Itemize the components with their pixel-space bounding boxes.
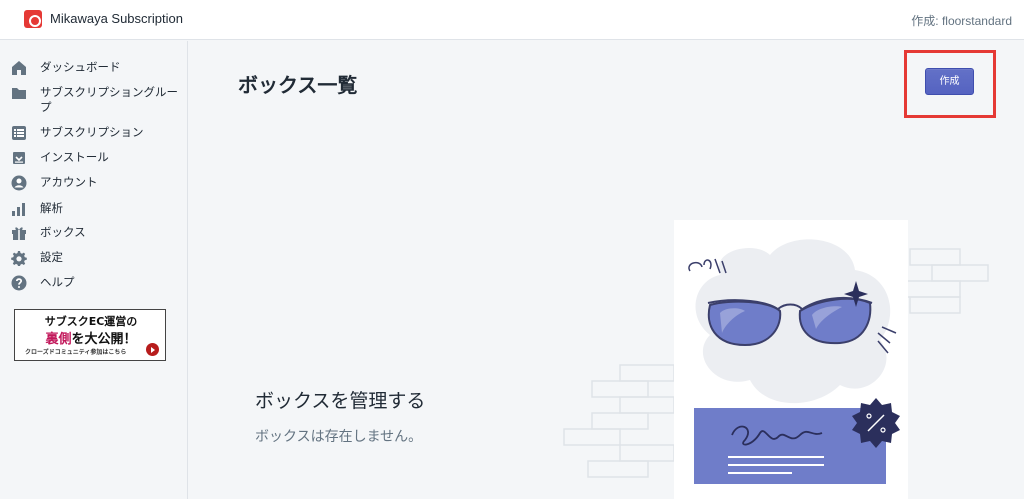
sidebar-item-dashboard[interactable]: ダッシュボード <box>0 60 188 78</box>
banner-line2: 裏側を大公開！ <box>15 328 167 347</box>
sidebar-item-label: ボックス <box>40 225 86 239</box>
user-label[interactable]: 作成: floorstandard <box>911 12 1012 29</box>
empty-state-heading: ボックスを管理する <box>255 390 426 412</box>
sidebar-item-label: ダッシュボード <box>40 60 121 74</box>
app-title: Mikawaya Subscription <box>50 11 183 26</box>
sidebar-item-label: アカウント <box>40 175 98 189</box>
gear-icon <box>11 250 27 266</box>
home-icon <box>11 60 27 76</box>
sidebar-item-subscription-groups[interactable]: サブスクリプショングループ <box>0 85 188 117</box>
sidebar-item-label: サブスクリプション <box>40 125 144 139</box>
gift-icon <box>11 225 27 241</box>
page-title: ボックス一覧 <box>238 73 358 97</box>
folder-icon <box>11 85 27 101</box>
sidebar-item-label: 解析 <box>40 201 63 215</box>
bar-chart-icon <box>11 201 27 217</box>
sidebar-item-analytics[interactable]: 解析 <box>0 201 188 219</box>
banner-line1: サブスクEC運営の <box>44 315 138 328</box>
play-icon <box>146 343 159 356</box>
sidebar-item-settings[interactable]: 設定 <box>0 250 188 268</box>
install-icon <box>11 150 27 166</box>
top-bar: Mikawaya Subscription 作成: floorstandard <box>0 0 1024 40</box>
app-logo-icon <box>24 10 42 28</box>
sidebar-item-label: ヘルプ <box>40 275 75 289</box>
sidebar-item-help[interactable]: ヘルプ <box>0 275 188 293</box>
sidebar-item-boxes[interactable]: ボックス <box>0 225 188 243</box>
help-icon <box>11 275 27 291</box>
sidebar-item-install[interactable]: インストール <box>0 150 188 168</box>
banner-line2-text: を大公開！ <box>71 332 137 347</box>
sidebar-item-account[interactable]: アカウント <box>0 175 188 193</box>
create-button[interactable]: 作成 <box>925 68 974 95</box>
community-banner[interactable]: サブスクEC運営の 裏側を大公開！ クローズドコミュニティ参加はこちら <box>14 309 166 361</box>
sidebar: ダッシュボード サブスクリプショングループ サブスクリプション インストール ア… <box>0 41 188 499</box>
banner-accent-text: 裏側 <box>45 332 72 347</box>
sidebar-item-subscriptions[interactable]: サブスクリプション <box>0 125 188 143</box>
empty-state-illustration <box>563 220 989 499</box>
sidebar-item-label: インストール <box>40 150 109 164</box>
banner-line3: クローズドコミュニティ参加はこちら <box>25 349 127 356</box>
sidebar-item-label: サブスクリプショングループ <box>40 85 178 114</box>
empty-state-message: ボックスは存在しません。 <box>255 429 423 445</box>
list-icon <box>11 125 27 141</box>
account-icon <box>11 175 27 191</box>
sidebar-item-label: 設定 <box>40 250 63 264</box>
